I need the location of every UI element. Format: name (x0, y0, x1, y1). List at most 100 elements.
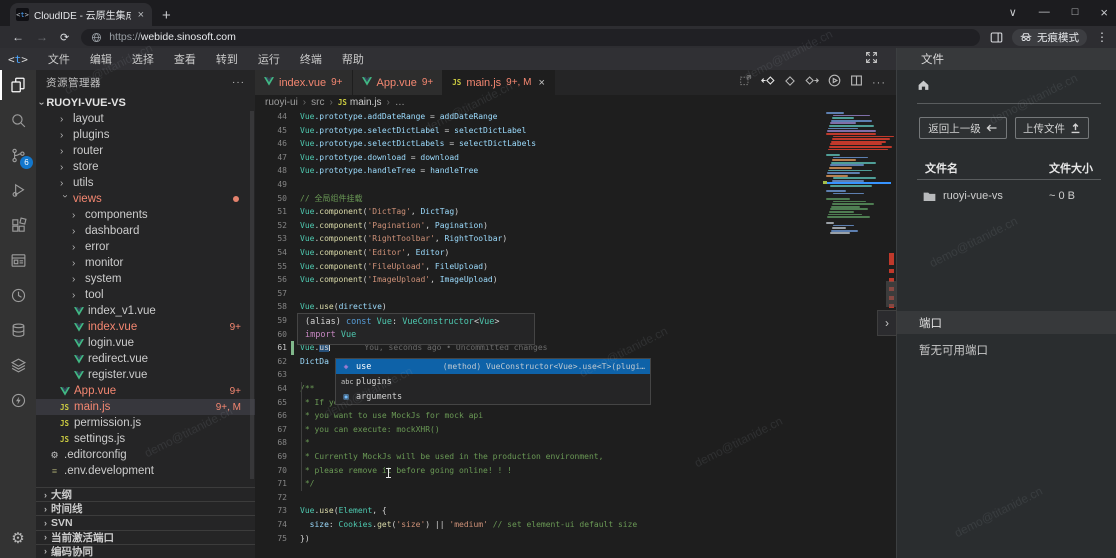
explorer-more-actions-icon[interactable]: ··· (232, 77, 245, 88)
maximize-icon[interactable]: □ (1072, 6, 1079, 18)
breadcrumb-item[interactable]: src (311, 97, 324, 108)
editor-tab-App.vue[interactable]: App.vue9+ (353, 70, 444, 95)
menu-选择[interactable]: 选择 (122, 54, 164, 66)
code-line-57: 57 (255, 287, 896, 301)
search-icon[interactable] (0, 109, 36, 131)
back-icon[interactable]: ← (12, 30, 24, 44)
menu-文件[interactable]: 文件 (38, 54, 80, 66)
suggestion-plugins[interactable]: abcplugins (336, 374, 650, 389)
compare-changes-icon[interactable] (739, 74, 752, 92)
menu-转到[interactable]: 转到 (206, 54, 248, 66)
tree-item-index.vue[interactable]: index.vue9+ (36, 319, 255, 335)
window-controls: ∨ — □ × (1009, 0, 1108, 24)
explorer-icon[interactable] (0, 74, 36, 96)
report-panel-icon[interactable] (0, 249, 36, 271)
ports-header[interactable]: 端口 (897, 311, 1116, 334)
split-editor-icon[interactable] (850, 74, 863, 92)
tree-item-system[interactable]: ›system (36, 271, 255, 287)
tree-item-error[interactable]: ›error (36, 239, 255, 255)
kebab-menu-icon[interactable]: ⋮ (1096, 30, 1108, 44)
tree-item-main.js[interactable]: JSmain.js9+, M (36, 399, 255, 415)
tree-item-permission.js[interactable]: JSpermission.js (36, 415, 255, 431)
breadcrumb-item[interactable]: … (395, 97, 405, 108)
new-tab-icon[interactable]: + (162, 6, 171, 26)
breadcrumb[interactable]: ruoyi-ui›src›JSmain.js›… (255, 95, 896, 110)
forward-icon[interactable]: → (36, 30, 48, 44)
tree-item-label: App.vue (74, 385, 116, 397)
incognito-badge[interactable]: 无痕模式 (1012, 29, 1087, 46)
section-大纲[interactable]: ›大纲 (36, 487, 255, 501)
close-icon[interactable]: × (1100, 5, 1108, 20)
change-diamond-icon[interactable] (784, 74, 796, 92)
previous-change-icon[interactable] (761, 74, 775, 92)
tree-item-index_v1.vue[interactable]: index_v1.vue (36, 303, 255, 319)
section-当前激活端口[interactable]: ›当前激活端口 (36, 530, 255, 544)
tree-item-router[interactable]: ›router (36, 143, 255, 159)
sidebar-sections: ›大纲›时间线›SVN›当前激活端口›编码协同 (36, 487, 255, 558)
tab-close-icon[interactable]: × (538, 77, 544, 89)
menu-运行[interactable]: 运行 (248, 54, 290, 66)
tree-item-layout[interactable]: ›layout (36, 111, 255, 127)
tree-item-App.vue[interactable]: App.vue9+ (36, 383, 255, 399)
home-icon[interactable] (917, 78, 930, 96)
section-SVN[interactable]: ›SVN (36, 515, 255, 529)
tree-item-register.vue[interactable]: register.vue (36, 367, 255, 383)
tree-root[interactable]: › RUOYI-VUE-VS (36, 95, 255, 111)
minimize-icon[interactable]: — (1039, 6, 1050, 18)
back-parent-button[interactable]: 返回上一级 (919, 117, 1007, 139)
database-icon[interactable] (0, 319, 36, 341)
tree-item-monitor[interactable]: ›monitor (36, 255, 255, 271)
sidebar-scrollbar[interactable] (250, 111, 254, 479)
next-change-icon[interactable] (805, 74, 819, 92)
layers-icon[interactable] (0, 354, 36, 376)
tree-item-plugins[interactable]: ›plugins (36, 127, 255, 143)
menu-终端[interactable]: 终端 (290, 54, 332, 66)
code-line-75: 75}) (255, 532, 896, 546)
tab-close-icon[interactable]: × (136, 9, 146, 21)
tree-item-utils[interactable]: ›utils (36, 175, 255, 191)
tree-item-.env.development[interactable]: ≡.env.development (36, 463, 255, 479)
section-编码协同[interactable]: ›编码协同 (36, 544, 255, 558)
bolt-icon[interactable] (0, 389, 36, 411)
upload-file-button[interactable]: 上传文件 (1015, 117, 1089, 139)
tree-item-login.vue[interactable]: login.vue (36, 335, 255, 351)
chevron-down-icon[interactable]: ∨ (1009, 6, 1017, 19)
tree-item-components[interactable]: ›components (36, 207, 255, 223)
tree-item-.editorconfig[interactable]: ⚙.editorconfig (36, 447, 255, 463)
tree-item-store[interactable]: ›store (36, 159, 255, 175)
activity-bar: 6 ⚙ (0, 70, 36, 558)
editor-tab-index.vue[interactable]: index.vue9+ (255, 70, 353, 95)
line-number: 51 (255, 205, 287, 219)
more-actions-icon[interactable]: ··· (872, 77, 886, 89)
sidebar-icon[interactable] (990, 31, 1003, 44)
editor-tab-main.js[interactable]: JSmain.js9+, M× (443, 70, 555, 95)
tree-item-tool[interactable]: ›tool (36, 287, 255, 303)
line-number: 70 (255, 464, 287, 478)
menu-帮助[interactable]: 帮助 (332, 54, 374, 66)
settings-gear-icon[interactable]: ⚙ (0, 529, 36, 547)
tree-item-dashboard[interactable]: ›dashboard (36, 223, 255, 239)
tree-item-redirect.vue[interactable]: redirect.vue (36, 351, 255, 367)
menu-查看[interactable]: 查看 (164, 54, 206, 66)
fullscreen-icon[interactable] (865, 51, 878, 69)
suggestion-arguments[interactable]: ▣arguments (336, 389, 650, 404)
extensions-icon[interactable] (0, 214, 36, 236)
menu-编辑[interactable]: 编辑 (80, 54, 122, 66)
editor-scrollbar[interactable] (886, 281, 896, 307)
breadcrumb-item[interactable]: JSmain.js (338, 97, 382, 108)
source-control-icon[interactable]: 6 (0, 144, 36, 166)
tree-item-settings.js[interactable]: JSsettings.js (36, 431, 255, 447)
url-bar[interactable]: https:// webide.sinosoft.com (81, 29, 980, 46)
file-row[interactable]: ruoyi-vue-vs (923, 190, 1003, 202)
browser-tab[interactable]: <t> CloudIDE - 云原生集成开发环境 × (10, 3, 152, 26)
tree-root-label: RUOYI-VUE-VS (46, 97, 125, 109)
panel-expand-icon[interactable]: › (877, 310, 897, 336)
history-icon[interactable] (0, 284, 36, 306)
section-时间线[interactable]: ›时间线 (36, 501, 255, 515)
breadcrumb-item[interactable]: ruoyi-ui (265, 97, 298, 108)
reload-icon[interactable]: ⟳ (60, 31, 69, 44)
run-debug-icon[interactable] (0, 179, 36, 201)
suggestion-use[interactable]: ◈use(method) VueConstructor<Vue>.use<T>(… (336, 359, 650, 374)
run-file-icon[interactable] (828, 74, 841, 92)
tree-item-views[interactable]: ›views (36, 191, 255, 207)
